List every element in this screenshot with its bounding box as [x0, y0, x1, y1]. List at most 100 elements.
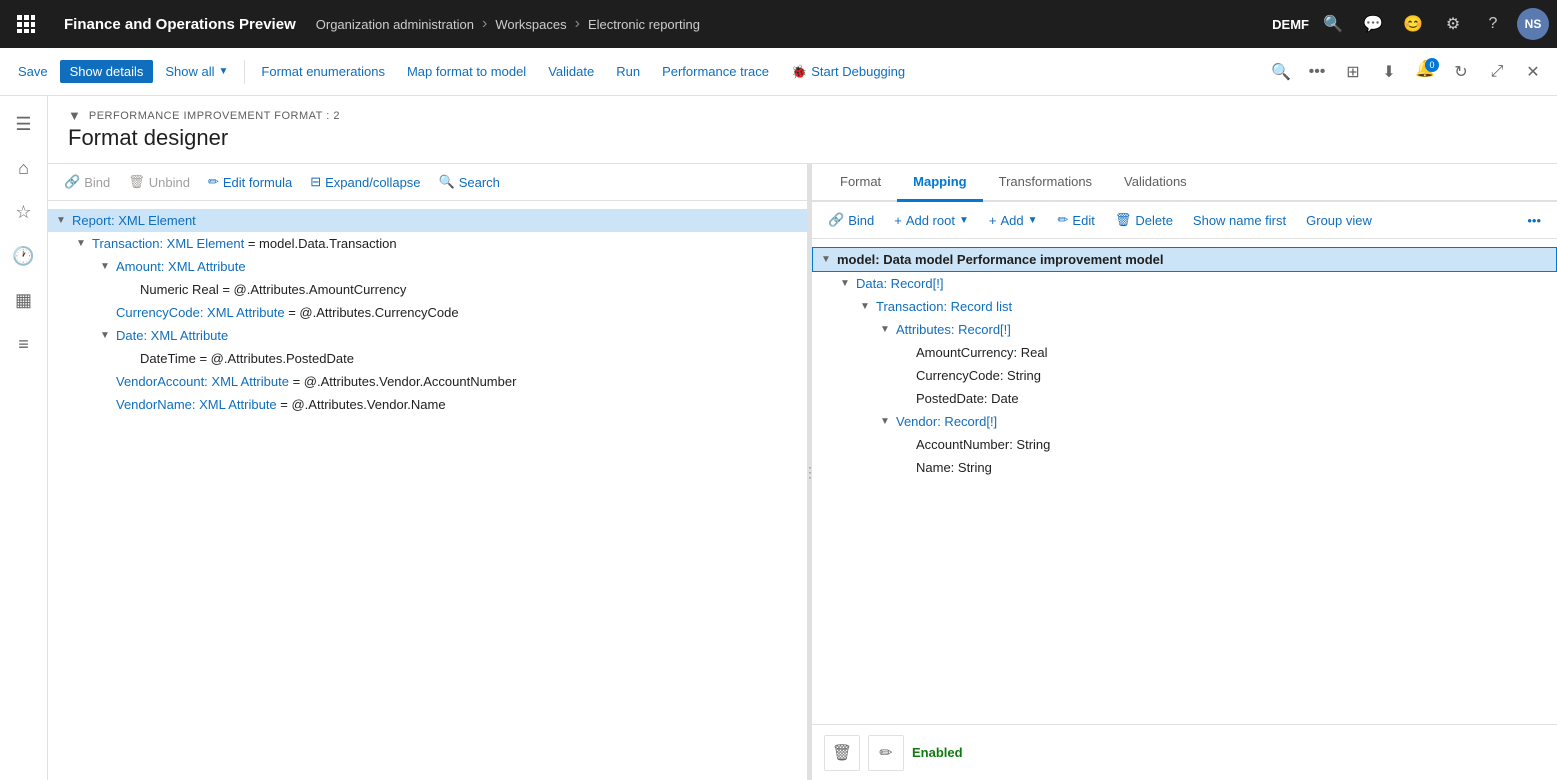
search-button[interactable]: 🔍 Search: [431, 170, 508, 194]
model-tree-row[interactable]: CurrencyCode: String: [812, 364, 1557, 387]
model-tree-row[interactable]: AmountCurrency: Real: [812, 341, 1557, 364]
filter-icon[interactable]: ▼: [68, 108, 81, 123]
nav-electronic-reporting[interactable]: Electronic reporting: [588, 17, 700, 32]
toolbar-separator-1: [244, 60, 245, 84]
show-details-button[interactable]: Show details: [60, 60, 154, 83]
breadcrumb-nav: Organization administration › Workspaces…: [316, 15, 1268, 33]
tree-row[interactable]: ▼ Amount: XML Attribute: [48, 255, 807, 278]
tree-row[interactable]: VendorName: XML Attribute = @.Attributes…: [48, 393, 807, 416]
delete-button[interactable]: 🗑 Delete: [1107, 208, 1181, 232]
show-all-button[interactable]: Show all ▼: [155, 60, 238, 83]
save-button[interactable]: Save: [8, 60, 58, 83]
sidebar-menu-icon[interactable]: ☰: [4, 104, 44, 144]
env-label: DEMF: [1272, 17, 1309, 32]
toolbar-more-icon[interactable]: •••: [1301, 56, 1333, 88]
model-tree-row[interactable]: PostedDate: Date: [812, 387, 1557, 410]
format-enumerations-button[interactable]: Format enumerations: [251, 60, 395, 83]
avatar[interactable]: NS: [1517, 8, 1549, 40]
start-debugging-button[interactable]: 🐞 Start Debugging: [781, 60, 915, 84]
tree-row[interactable]: Numeric Real = @.Attributes.AmountCurren…: [48, 278, 807, 301]
edit-button[interactable]: ✏ Edit: [1050, 208, 1103, 232]
toolbar-badge-icon[interactable]: 🔔0: [1409, 56, 1441, 88]
tree-row[interactable]: ▼ Report: XML Element: [48, 209, 807, 232]
model-tree-row[interactable]: ▼ Transaction: Record list: [812, 295, 1557, 318]
settings-icon[interactable]: ⚙: [1437, 8, 1469, 40]
tree-row[interactable]: CurrencyCode: XML Attribute = @.Attribut…: [48, 301, 807, 324]
map-format-button[interactable]: Map format to model: [397, 60, 536, 83]
tree-row[interactable]: ▼ Date: XML Attribute: [48, 324, 807, 347]
tree-row[interactable]: DateTime = @.Attributes.PostedDate: [48, 347, 807, 370]
chevron-icon: [124, 284, 140, 295]
nav-sep-2: ›: [575, 15, 580, 33]
tab-format[interactable]: Format: [824, 164, 897, 202]
sidebar-recent-icon[interactable]: 🕐: [4, 236, 44, 276]
sidebar-list-icon[interactable]: ≡: [4, 324, 44, 364]
chevron-icon: ▼: [100, 261, 116, 272]
page-title: Format designer: [68, 125, 1537, 159]
main-toolbar: Save Show details Show all ▼ Format enum…: [0, 48, 1557, 96]
bind-button[interactable]: 🔗 Bind: [56, 170, 118, 194]
model-tree-row[interactable]: ▼ Vendor: Record[!]: [812, 410, 1557, 433]
help-icon[interactable]: ?: [1477, 8, 1509, 40]
model-tree-row[interactable]: AccountNumber: String: [812, 433, 1557, 456]
add-root-chevron-icon: ▼: [959, 215, 969, 226]
toolbar-refresh-icon[interactable]: ↻: [1445, 56, 1477, 88]
nav-org[interactable]: Organization administration: [316, 17, 474, 32]
more-options-button[interactable]: •••: [1519, 209, 1549, 232]
tab-transformations[interactable]: Transformations: [983, 164, 1108, 202]
edit-formula-button[interactable]: ✏ Edit formula: [200, 170, 300, 194]
run-button[interactable]: Run: [606, 60, 650, 83]
model-tree-row[interactable]: ▼ Attributes: Record[!]: [812, 318, 1557, 341]
breadcrumb: PERFORMANCE IMPROVEMENT FORMAT : 2: [89, 110, 340, 122]
tab-mapping[interactable]: Mapping: [897, 164, 982, 202]
grid-icon[interactable]: [8, 6, 44, 42]
add-root-icon: +: [894, 213, 902, 228]
chevron-icon: [900, 347, 916, 358]
right-panel: Format Mapping Transformations Validatio…: [812, 164, 1557, 780]
chevron-icon: [100, 376, 116, 387]
unbind-button[interactable]: 🗑 Unbind: [120, 170, 198, 194]
bottom-bar: 🗑 ✏ Enabled: [812, 724, 1557, 780]
comment-icon[interactable]: 💬: [1357, 8, 1389, 40]
right-bind-icon: 🔗: [828, 212, 844, 228]
toolbar-grid-icon[interactable]: ⊞: [1337, 56, 1369, 88]
toolbar-fullscreen-icon[interactable]: ⤢: [1481, 56, 1513, 88]
chevron-icon: ▼: [840, 278, 856, 289]
chevron-icon: ▼: [860, 301, 876, 312]
sidebar-star-icon[interactable]: ☆: [4, 192, 44, 232]
toolbar-close-icon[interactable]: ✕: [1517, 56, 1549, 88]
tree-row[interactable]: VendorAccount: XML Attribute = @.Attribu…: [48, 370, 807, 393]
page-area: ▼ PERFORMANCE IMPROVEMENT FORMAT : 2 For…: [48, 96, 1557, 780]
delete-bottom-button[interactable]: 🗑: [824, 735, 860, 771]
performance-trace-button[interactable]: Performance trace: [652, 60, 779, 83]
add-chevron-icon: ▼: [1028, 215, 1038, 226]
toolbar-search-icon[interactable]: 🔍: [1265, 56, 1297, 88]
tree-row[interactable]: ▼ Transaction: XML Element = model.Data.…: [48, 232, 807, 255]
toolbar-download-icon[interactable]: ⬇: [1373, 56, 1405, 88]
expand-collapse-button[interactable]: ⊟ Expand/collapse: [302, 170, 428, 194]
edit-bottom-button[interactable]: ✏: [868, 735, 904, 771]
model-tree[interactable]: ▼ model: Data model Performance improvem…: [812, 239, 1557, 724]
tab-validations[interactable]: Validations: [1108, 164, 1203, 202]
chevron-icon: [900, 439, 916, 450]
add-root-button[interactable]: + Add root ▼: [886, 209, 977, 232]
sidebar-table-icon[interactable]: ▦: [4, 280, 44, 320]
expand-icon: ⊟: [310, 174, 321, 190]
model-tree-row[interactable]: ▼ Data: Record[!]: [812, 272, 1557, 295]
bind-icon: 🔗: [64, 174, 80, 190]
model-tree-row[interactable]: ▼ model: Data model Performance improvem…: [812, 247, 1557, 272]
add-button[interactable]: + Add ▼: [981, 209, 1046, 232]
format-tree[interactable]: ▼ Report: XML Element ▼ Transaction: XML…: [48, 201, 807, 780]
edit-icon: ✏: [1058, 212, 1069, 228]
edit-formula-icon: ✏: [208, 174, 219, 190]
emoji-icon[interactable]: 😊: [1397, 8, 1429, 40]
chevron-icon: ▼: [880, 416, 896, 427]
nav-workspaces[interactable]: Workspaces: [495, 17, 566, 32]
sidebar-home-icon[interactable]: ⌂: [4, 148, 44, 188]
model-tree-row[interactable]: Name: String: [812, 456, 1557, 479]
group-view-button[interactable]: Group view: [1298, 209, 1380, 232]
right-bind-button[interactable]: 🔗 Bind: [820, 208, 882, 232]
validate-button[interactable]: Validate: [538, 60, 604, 83]
search-icon[interactable]: 🔍: [1317, 8, 1349, 40]
show-name-first-button[interactable]: Show name first: [1185, 209, 1294, 232]
